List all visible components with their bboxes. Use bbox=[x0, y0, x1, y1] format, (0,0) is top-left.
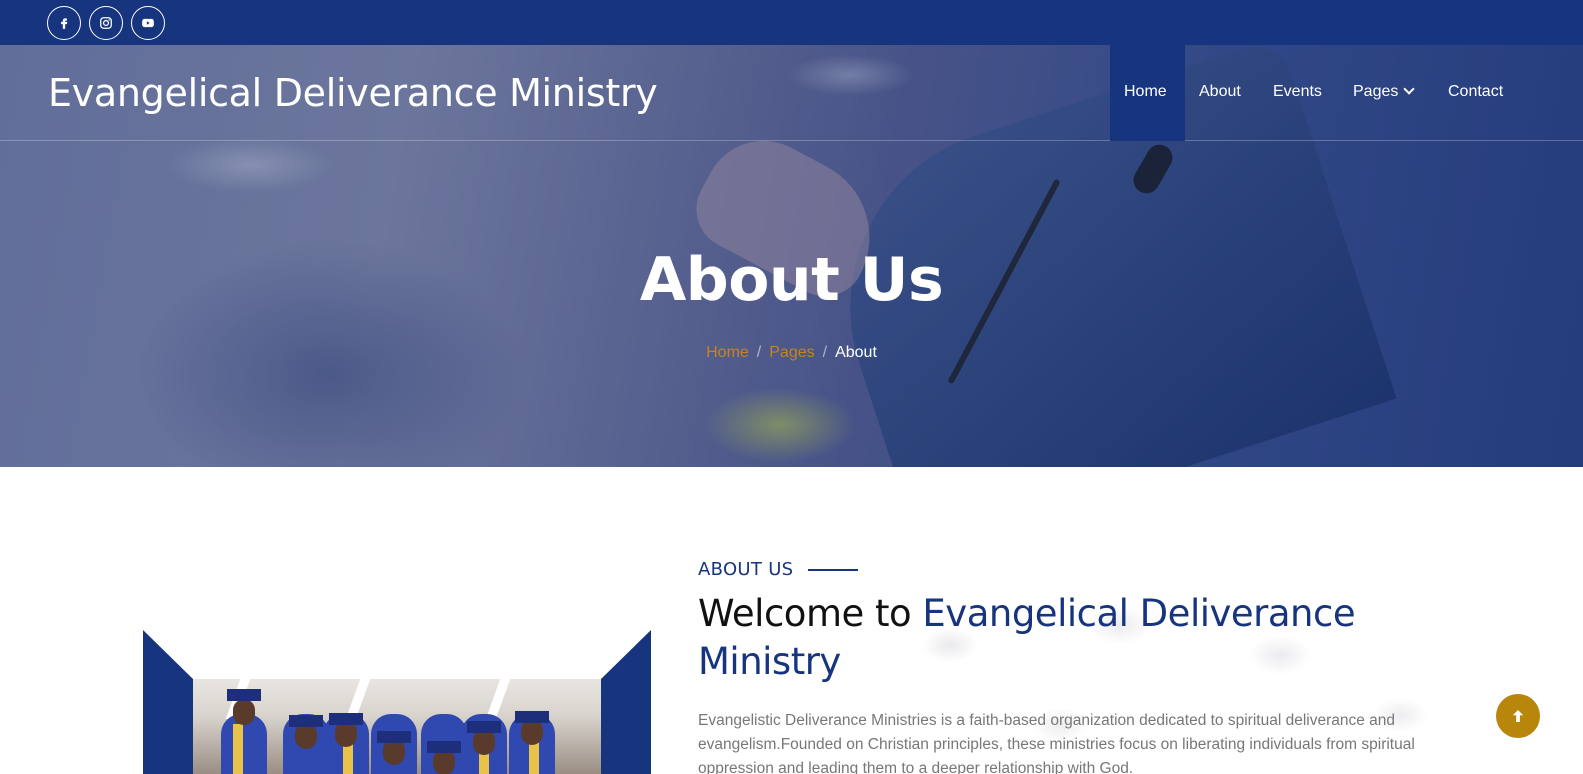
photo-detail bbox=[427, 741, 461, 753]
breadcrumb-separator: / bbox=[822, 344, 828, 361]
youtube-link[interactable] bbox=[131, 6, 165, 40]
photo-detail bbox=[233, 699, 255, 725]
section-label-line bbox=[808, 569, 858, 571]
section-heading: Welcome to Evangelical Deliverance Minis… bbox=[698, 590, 1418, 686]
back-to-top-button[interactable] bbox=[1496, 694, 1540, 738]
nav-item-pages[interactable]: Pages bbox=[1353, 83, 1416, 101]
nav-item-events[interactable]: Events bbox=[1273, 83, 1322, 101]
main-navbar: Evangelical Deliverance Ministry Home Ab… bbox=[0, 45, 1583, 141]
arrow-up-icon bbox=[1512, 710, 1524, 722]
photo-detail bbox=[233, 724, 243, 774]
photo-detail bbox=[289, 715, 323, 727]
graduates-photo bbox=[193, 679, 601, 774]
site-brand[interactable]: Evangelical Deliverance Ministry bbox=[48, 71, 658, 115]
page-title: About Us bbox=[639, 245, 944, 315]
youtube-icon bbox=[142, 18, 154, 28]
breadcrumb-current: About bbox=[835, 344, 877, 361]
photo-detail bbox=[329, 713, 363, 725]
facebook-link[interactable] bbox=[47, 6, 81, 40]
instagram-link[interactable] bbox=[89, 6, 123, 40]
photo-detail bbox=[377, 731, 411, 743]
section-label: ABOUT US bbox=[698, 559, 794, 580]
top-social-bar bbox=[0, 0, 1583, 45]
photo-detail bbox=[227, 689, 261, 701]
breadcrumb: Home / Pages / About bbox=[0, 344, 1583, 362]
heading-prefix: Welcome to bbox=[698, 592, 923, 635]
nav-item-pages-label: Pages bbox=[1353, 83, 1399, 100]
breadcrumb-pages[interactable]: Pages bbox=[769, 344, 814, 361]
about-description: Evangelistic Deliverance Ministries is a… bbox=[698, 712, 1415, 774]
photo-detail bbox=[467, 721, 501, 733]
photo-detail bbox=[515, 711, 549, 723]
hero-banner: Evangelical Deliverance Ministry Home Ab… bbox=[0, 45, 1583, 467]
nav-item-home[interactable]: Home bbox=[1124, 83, 1167, 101]
nav-item-contact[interactable]: Contact bbox=[1448, 83, 1503, 101]
chevron-down-icon bbox=[1403, 83, 1416, 95]
nav-item-about[interactable]: About bbox=[1199, 83, 1241, 101]
photo-detail bbox=[485, 679, 511, 719]
breadcrumb-separator: / bbox=[756, 344, 762, 361]
instagram-icon bbox=[100, 17, 112, 29]
about-image-frame bbox=[143, 630, 651, 774]
facebook-icon bbox=[61, 18, 68, 29]
breadcrumb-home[interactable]: Home bbox=[706, 344, 749, 361]
